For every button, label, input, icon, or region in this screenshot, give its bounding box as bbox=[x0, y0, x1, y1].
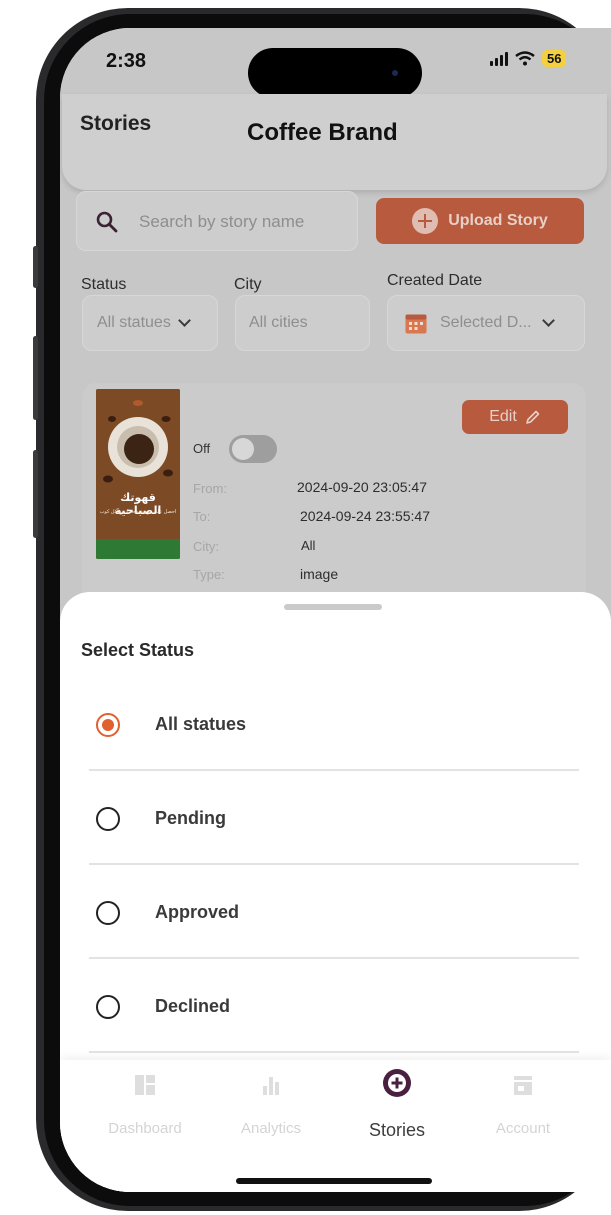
option-label: Pending bbox=[155, 808, 226, 828]
status-filter-label: Status bbox=[81, 276, 127, 293]
option-label: Approved bbox=[155, 902, 240, 922]
toggle-knob bbox=[232, 438, 254, 460]
date-filter-label: Created Date bbox=[387, 272, 483, 289]
radio-unselected-icon bbox=[96, 901, 120, 925]
city-filter-value: All cities bbox=[249, 314, 308, 331]
nav-label-analytics: Analytics bbox=[240, 1120, 302, 1137]
city-filter-label: City bbox=[234, 276, 262, 293]
analytics-icon bbox=[263, 1077, 279, 1095]
nav-label-stories: Stories bbox=[368, 1120, 426, 1140]
edit-story-button[interactable]: Edit bbox=[462, 400, 568, 434]
home-indicator bbox=[236, 1178, 432, 1184]
city-filter-input[interactable]: All cities bbox=[235, 295, 370, 351]
to-label: To: bbox=[193, 509, 211, 524]
thumbnail-subtitle: احصل على دوسة مجانية مع كل كوب bbox=[99, 509, 177, 515]
status-option-all[interactable]: All statues bbox=[81, 695, 591, 755]
page-title: Stories bbox=[80, 112, 152, 135]
dashboard-icon bbox=[135, 1075, 155, 1095]
cellular-signal-icon bbox=[490, 51, 508, 66]
status-icons: 56 bbox=[490, 50, 567, 67]
divider bbox=[89, 957, 579, 959]
type-value: image bbox=[300, 566, 339, 582]
story-thumbnail[interactable]: قهوتك الصباحية احصل على دوسة مجانية مع ك… bbox=[96, 389, 180, 559]
nav-item-account[interactable]: Account bbox=[468, 1074, 578, 1137]
date-filter-value: Selected D... bbox=[440, 314, 532, 331]
action-button bbox=[33, 246, 38, 288]
volume-up-button bbox=[33, 336, 38, 420]
nav-label-account: Account bbox=[495, 1120, 551, 1137]
phone-screen: 2:38 56 Stories Coffee Brand Search by s… bbox=[60, 28, 611, 1192]
dynamic-island bbox=[248, 48, 422, 98]
brand-title: Coffee Brand bbox=[247, 119, 398, 146]
status-option-declined[interactable]: Declined bbox=[81, 977, 591, 1037]
status-time: 2:38 bbox=[106, 50, 147, 72]
story-active-toggle[interactable] bbox=[229, 435, 277, 463]
calendar-icon bbox=[405, 314, 427, 334]
radio-selected-icon bbox=[96, 713, 120, 737]
status-option-approved[interactable]: Approved bbox=[81, 883, 591, 943]
option-label: All statues bbox=[155, 714, 247, 734]
upload-story-button[interactable]: Upload Story bbox=[376, 198, 584, 244]
to-value: 2024-09-24 23:55:47 bbox=[300, 508, 430, 524]
upload-story-label: Upload Story bbox=[448, 212, 548, 229]
nav-item-stories[interactable]: Stories bbox=[342, 1069, 452, 1141]
nav-item-dashboard[interactable]: Dashboard bbox=[90, 1074, 200, 1137]
wifi-icon bbox=[515, 51, 535, 66]
from-value: 2024-09-20 23:05:47 bbox=[297, 479, 427, 495]
radio-unselected-icon bbox=[96, 807, 120, 831]
radio-unselected-icon bbox=[96, 995, 120, 1019]
volume-down-button bbox=[33, 450, 38, 538]
divider bbox=[89, 863, 579, 865]
sheet-title: Select Status bbox=[81, 640, 195, 660]
coffee-cup-image bbox=[96, 389, 180, 559]
date-filter-dropdown[interactable]: Selected D... bbox=[387, 295, 585, 351]
edit-label: Edit bbox=[489, 408, 517, 425]
camera-dot bbox=[392, 70, 398, 76]
plus-circle-icon bbox=[412, 208, 439, 234]
type-label: Type: bbox=[193, 567, 225, 582]
from-label: From: bbox=[193, 481, 227, 496]
nav-item-analytics[interactable]: Analytics bbox=[216, 1074, 326, 1137]
store-icon bbox=[514, 1076, 532, 1095]
sheet-drag-handle[interactable] bbox=[284, 604, 382, 610]
status-filter-value: All statues bbox=[97, 314, 171, 331]
divider bbox=[89, 1051, 579, 1053]
city-value: All bbox=[301, 538, 316, 553]
search-placeholder: Search by story name bbox=[139, 212, 305, 231]
option-label: Declined bbox=[155, 996, 231, 1016]
divider bbox=[89, 769, 579, 771]
battery-indicator: 56 bbox=[542, 50, 567, 67]
nav-label-dashboard: Dashboard bbox=[108, 1120, 182, 1137]
status-filter-dropdown[interactable]: All statues bbox=[82, 295, 218, 351]
chevron-down-icon bbox=[541, 314, 555, 327]
add-circle-icon bbox=[383, 1069, 411, 1097]
status-option-pending[interactable]: Pending bbox=[81, 789, 591, 849]
city-label: City: bbox=[193, 539, 219, 554]
search-input[interactable]: Search by story name bbox=[76, 191, 358, 251]
search-icon bbox=[96, 211, 118, 233]
pencil-icon bbox=[525, 410, 540, 424]
toggle-state-label: Off bbox=[193, 441, 211, 456]
chevron-down-icon bbox=[177, 314, 191, 327]
